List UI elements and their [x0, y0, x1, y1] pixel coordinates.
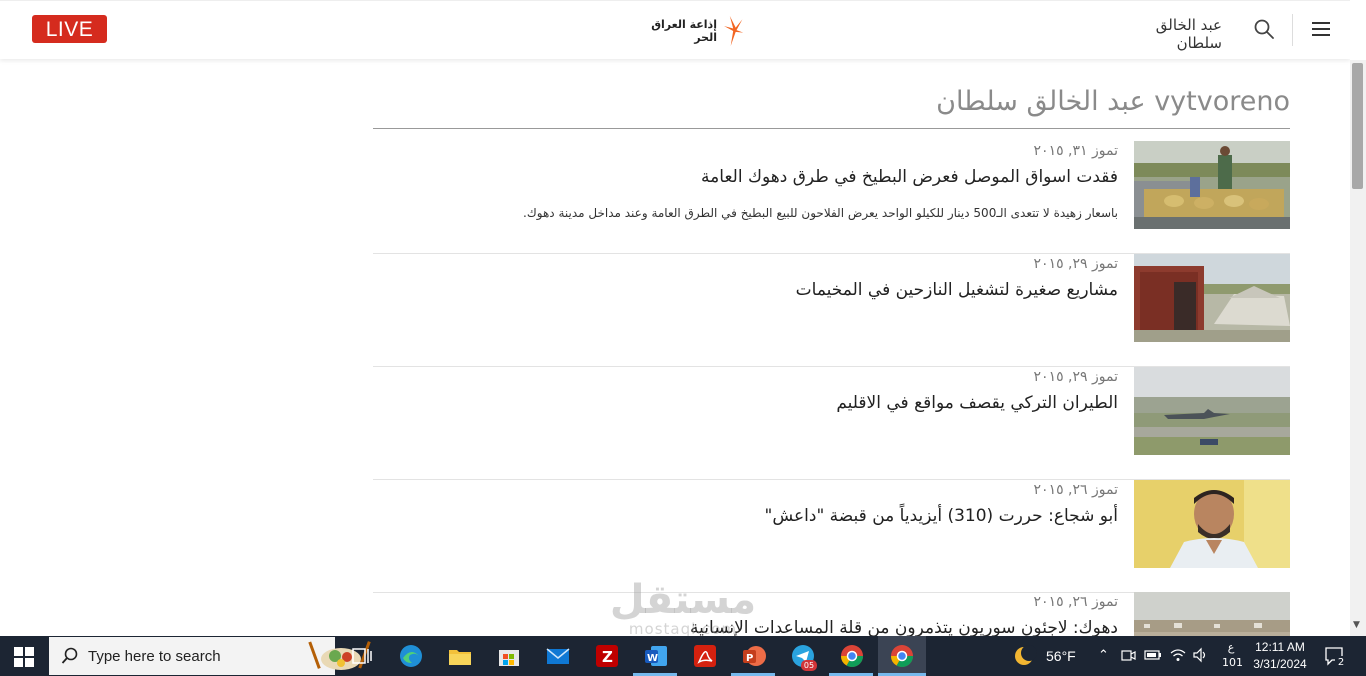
camp-tent-photo-icon — [1134, 254, 1290, 342]
meet-now-icon[interactable] — [1120, 647, 1136, 663]
weather-moon-icon[interactable] — [1013, 645, 1037, 667]
clock-date: 3/31/2024 — [1253, 657, 1307, 671]
clock-time: 12:11 AM — [1255, 640, 1305, 654]
article-item[interactable]: تموز ٢٩, ٢٠١٥ الطيران التركي يقصف مواقع … — [373, 367, 1290, 480]
hamburger-menu-icon[interactable] — [1310, 20, 1332, 38]
page-title: vytvoreno عبد الخالق سلطان — [936, 86, 1290, 117]
weather-temperature[interactable]: 56°F — [1046, 648, 1076, 664]
article-item[interactable]: تموز ٣١, ٢٠١٥ فقدت اسواق الموصل فعرض الب… — [373, 141, 1290, 254]
windows-taskbar: Type here to search Z W P 05 56°F ⌃ ع 10… — [0, 636, 1366, 676]
input-language-script: ع — [1227, 641, 1235, 654]
logo-text: إذاعة العراق الحر — [651, 18, 717, 44]
scrollbar-thumb[interactable] — [1352, 63, 1363, 189]
article-title[interactable]: دهوك: لاجئون سوريون يتذمرون من قلة المسا… — [690, 618, 1118, 636]
tray-chevron-icon[interactable]: ⌃ — [1098, 648, 1109, 663]
article-date: تموز ٢٩, ٢٠١٥ — [1033, 369, 1118, 385]
article-title[interactable]: فقدت اسواق الموصل فعرض البطيخ في طرق دهو… — [701, 167, 1118, 187]
article-thumbnail[interactable] — [1134, 592, 1290, 636]
refugee-camp-photo-icon — [1134, 592, 1290, 636]
system-clock[interactable]: 12:11 AM 3/31/2024 — [1250, 639, 1310, 673]
input-language-code: 101 — [1222, 656, 1243, 669]
live-button[interactable]: LIVE — [32, 15, 107, 43]
chrome-profile-icon[interactable] — [839, 643, 865, 669]
article-title[interactable]: الطيران التركي يقصف مواقع في الاقليم — [836, 393, 1118, 413]
telegram-badge: 05 — [801, 660, 817, 671]
taskbar-search-box[interactable]: Type here to search — [49, 637, 371, 675]
wifi-icon[interactable] — [1170, 647, 1186, 663]
taskbar-search-placeholder: Type here to search — [88, 648, 221, 665]
volume-icon[interactable] — [1192, 647, 1208, 663]
scroll-down-arrow-icon[interactable]: ▼ — [1353, 620, 1360, 630]
browser-page: LIVE إذاعة العراق الحر عبد الخالق سلطان … — [0, 0, 1350, 636]
article-item[interactable]: تموز ٢٦, ٢٠١٥ أبو شجاع: حررت (310) أيزيد… — [373, 480, 1290, 593]
logo-flame-icon — [723, 15, 744, 47]
site-logo[interactable]: إذاعة العراق الحر — [640, 11, 744, 51]
site-header: LIVE إذاعة العراق الحر عبد الخالق سلطان — [0, 0, 1350, 59]
article-date: تموز ٢٩, ٢٠١٥ — [1033, 256, 1118, 272]
title-divider — [373, 128, 1290, 129]
article-description: باسعار زهيدة لا تتعدى الـ500 دينار للكيل… — [523, 206, 1118, 220]
task-view-icon[interactable] — [349, 643, 375, 669]
watermelon-market-photo-icon — [1134, 141, 1290, 229]
edge-browser-icon[interactable] — [398, 643, 424, 669]
header-author-name[interactable]: عبد الخالق سلطان — [1112, 16, 1222, 52]
svg-text:Z: Z — [602, 648, 613, 666]
article-date: تموز ٢٦, ٢٠١٥ — [1033, 594, 1118, 610]
powerpoint-icon[interactable]: P — [741, 643, 767, 669]
article-thumbnail[interactable] — [1134, 254, 1290, 342]
word-icon[interactable]: W — [643, 643, 669, 669]
article-title[interactable]: مشاريع صغيرة لتشغيل النازحين في المخيمات — [796, 280, 1118, 300]
article-thumbnail[interactable] — [1134, 480, 1290, 568]
header-divider — [1292, 14, 1293, 46]
file-explorer-icon[interactable] — [447, 643, 473, 669]
man-portrait-photo-icon — [1134, 480, 1290, 568]
windows-start-icon[interactable] — [14, 647, 34, 667]
svg-text:P: P — [746, 653, 753, 664]
input-language[interactable]: ع 101 — [1222, 640, 1243, 670]
search-icon — [61, 647, 78, 664]
article-thumbnail[interactable] — [1134, 367, 1290, 455]
article-thumbnail[interactable] — [1134, 141, 1290, 229]
article-item[interactable]: تموز ٢٦, ٢٠١٥ دهوك: لاجئون سوريون يتذمرو… — [373, 592, 1290, 636]
battery-icon[interactable] — [1144, 648, 1162, 662]
military-aircraft-photo-icon — [1134, 367, 1290, 455]
microsoft-store-icon[interactable] — [496, 643, 522, 669]
notification-count: 2 — [1335, 656, 1347, 669]
article-title[interactable]: أبو شجاع: حررت (310) أيزيدياً من قبضة "د… — [765, 506, 1118, 526]
article-item[interactable]: تموز ٢٩, ٢٠١٥ مشاريع صغيرة لتشغيل النازح… — [373, 254, 1290, 367]
article-date: تموز ٢٦, ٢٠١٥ — [1033, 482, 1118, 498]
article-date: تموز ٣١, ٢٠١٥ — [1033, 143, 1118, 159]
filezilla-icon[interactable]: Z — [594, 643, 620, 669]
search-icon[interactable] — [1253, 18, 1275, 40]
acrobat-icon[interactable] — [692, 643, 718, 669]
mail-icon[interactable] — [545, 643, 571, 669]
chrome-icon[interactable] — [889, 643, 915, 669]
svg-text:W: W — [647, 653, 658, 664]
